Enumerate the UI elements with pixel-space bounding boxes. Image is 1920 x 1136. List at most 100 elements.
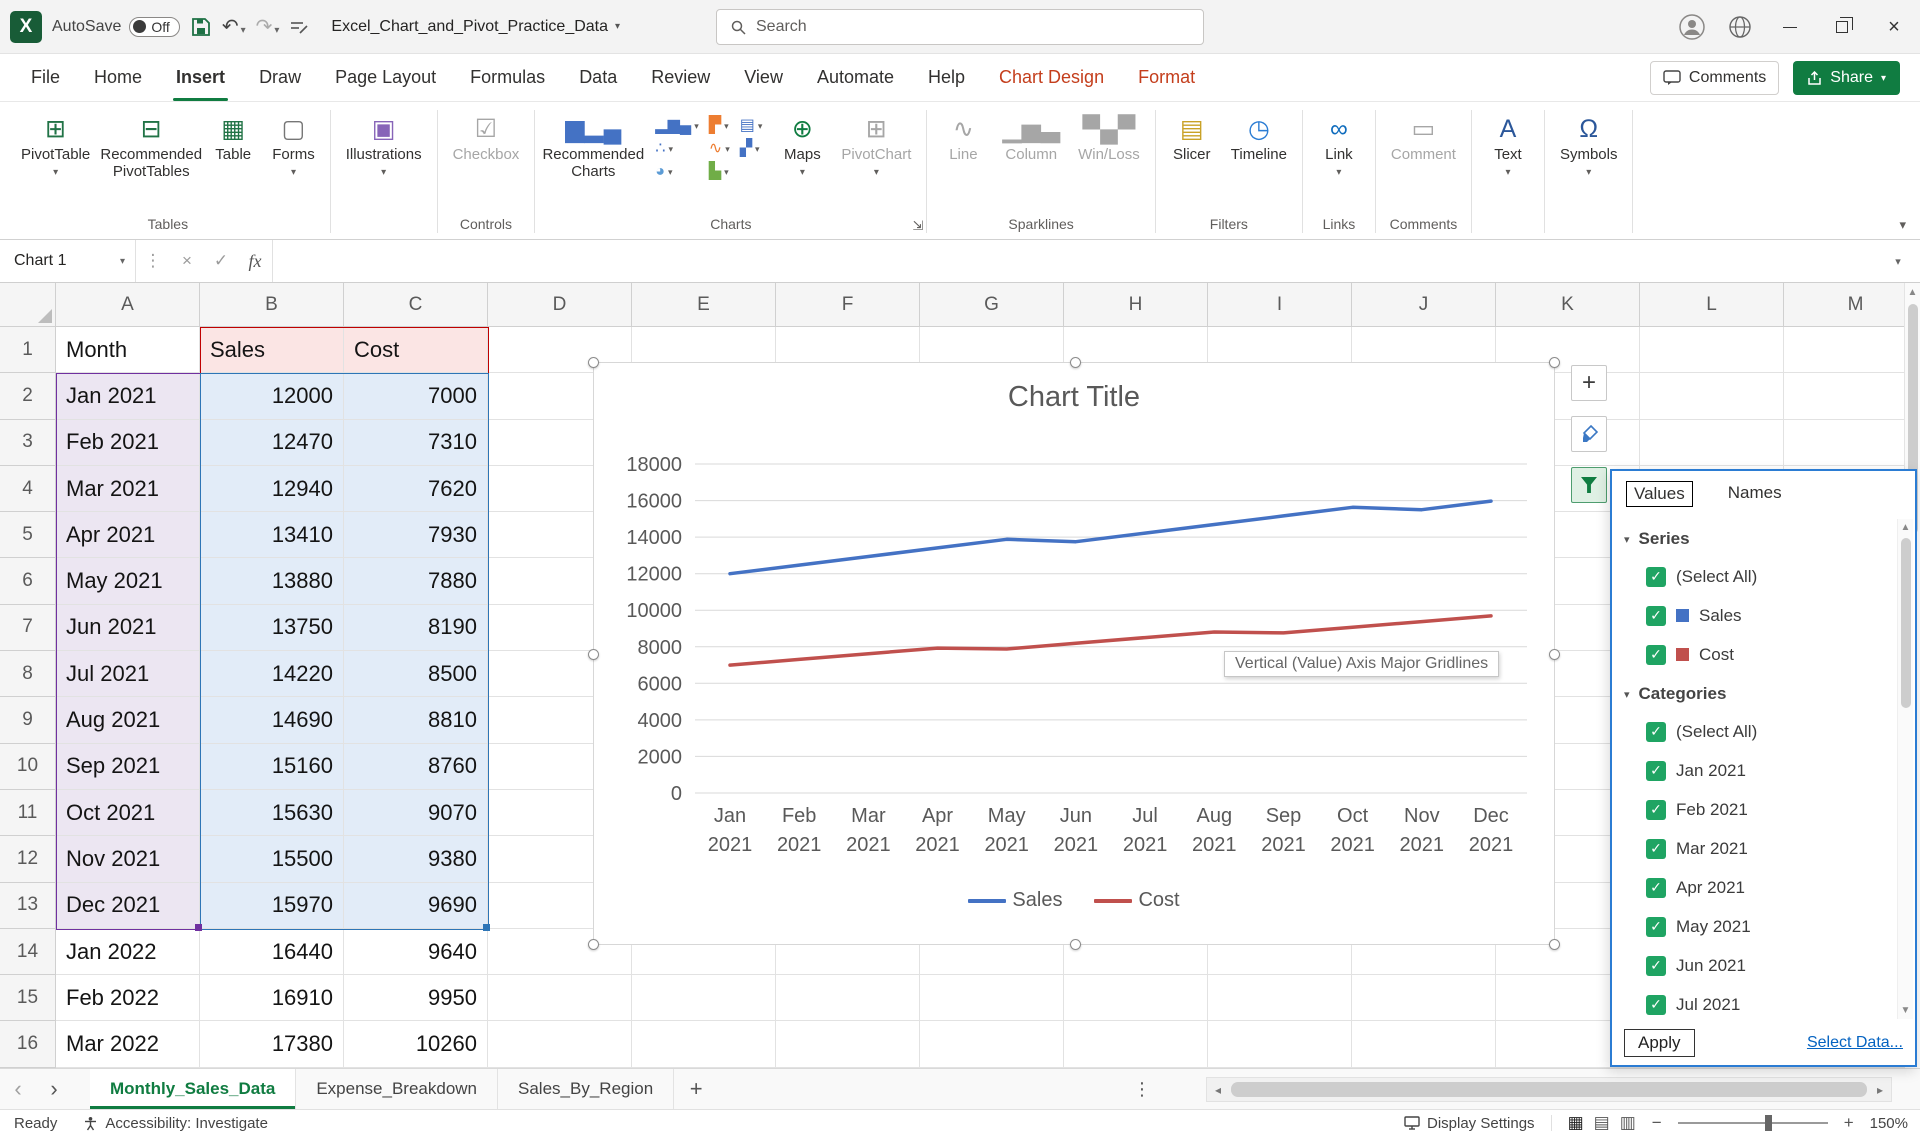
cell-h15[interactable] bbox=[1064, 975, 1208, 1021]
zoom-level[interactable]: 150% bbox=[1870, 1115, 1908, 1132]
row-header-10[interactable]: 10 bbox=[0, 744, 56, 790]
select-data-link[interactable]: Select Data... bbox=[1807, 1034, 1903, 1052]
cell-g15[interactable] bbox=[920, 975, 1064, 1021]
cell-c5[interactable]: 7930 bbox=[344, 512, 488, 558]
cell-j16[interactable] bbox=[1352, 1021, 1496, 1067]
page-break-view-button[interactable]: ▥ bbox=[1620, 1113, 1636, 1133]
account-avatar[interactable] bbox=[1668, 0, 1716, 54]
horizontal-scroll-thumb[interactable] bbox=[1231, 1082, 1867, 1097]
cell-d15[interactable] bbox=[488, 975, 632, 1021]
cell-a13[interactable]: Dec 2021 bbox=[56, 883, 200, 929]
cell-a16[interactable]: Mar 2022 bbox=[56, 1021, 200, 1067]
cell-c2[interactable]: 7000 bbox=[344, 373, 488, 419]
row-header-2[interactable]: 2 bbox=[0, 373, 56, 419]
save-button[interactable] bbox=[190, 16, 212, 38]
hierarchy-chart-button[interactable]: ▛▾ bbox=[709, 118, 730, 134]
scatter-chart-button[interactable]: ∴▾ bbox=[655, 141, 698, 157]
column-header-a[interactable]: A bbox=[56, 283, 200, 327]
symbols-button[interactable]: ΩSymbols▾ bbox=[1553, 108, 1625, 179]
display-settings-button[interactable]: Display Settings bbox=[1404, 1115, 1535, 1132]
cell-a5[interactable]: Apr 2021 bbox=[56, 512, 200, 558]
sheet-nav-right-icon[interactable]: › bbox=[36, 1069, 72, 1109]
scroll-up-icon[interactable]: ▲ bbox=[1901, 522, 1911, 533]
ribbon-tab-insert[interactable]: Insert bbox=[159, 54, 242, 101]
cell-m3[interactable] bbox=[1784, 420, 1920, 466]
zoom-slider[interactable] bbox=[1678, 1122, 1828, 1124]
search-box[interactable]: Search bbox=[716, 9, 1204, 45]
checkbox-icon[interactable]: ✓ bbox=[1646, 995, 1666, 1015]
filter-item-select-all[interactable]: ✓(Select All) bbox=[1616, 712, 1893, 751]
filter-pane-tab-values[interactable]: Values bbox=[1626, 481, 1693, 507]
chart-resize-handle[interactable] bbox=[1549, 939, 1560, 950]
cell-b3[interactable]: 12470 bbox=[200, 420, 344, 466]
ribbon-tab-draw[interactable]: Draw bbox=[242, 54, 318, 101]
row-header-3[interactable]: 3 bbox=[0, 420, 56, 466]
sheet-tab-expense-breakdown[interactable]: Expense_Breakdown bbox=[296, 1069, 498, 1109]
sheet-nav-left-icon[interactable]: ‹ bbox=[0, 1069, 36, 1109]
checkbox-icon[interactable]: ✓ bbox=[1646, 956, 1666, 976]
slicer-button[interactable]: ▤Slicer bbox=[1164, 108, 1220, 166]
chart-styles-button[interactable] bbox=[1571, 416, 1607, 452]
column-header-c[interactable]: C bbox=[344, 283, 488, 327]
cell-l3[interactable] bbox=[1640, 420, 1784, 466]
cell-g16[interactable] bbox=[920, 1021, 1064, 1067]
checkbox-icon[interactable]: ✓ bbox=[1646, 761, 1666, 781]
row-header-8[interactable]: 8 bbox=[0, 651, 56, 697]
row-header-13[interactable]: 13 bbox=[0, 883, 56, 929]
cell-c15[interactable]: 9950 bbox=[344, 975, 488, 1021]
scroll-right-icon[interactable]: ▸ bbox=[1869, 1083, 1891, 1097]
ribbon-tab-chart-design[interactable]: Chart Design bbox=[982, 54, 1121, 101]
cell-a1[interactable]: Month bbox=[56, 327, 200, 373]
checkbox-icon[interactable]: ✓ bbox=[1646, 567, 1666, 587]
checkbox-icon[interactable]: ✓ bbox=[1646, 839, 1666, 859]
filter-item-jun-2021[interactable]: ✓Jun 2021 bbox=[1616, 946, 1893, 985]
cell-b11[interactable]: 15630 bbox=[200, 790, 344, 836]
expand-formula-bar-icon[interactable]: ▾ bbox=[1876, 240, 1920, 282]
checkbox-icon[interactable]: ✓ bbox=[1646, 878, 1666, 898]
table-button[interactable]: ▦Table bbox=[205, 108, 261, 166]
section-header-series[interactable]: ▾Series bbox=[1616, 519, 1893, 557]
cell-c3[interactable]: 7310 bbox=[344, 420, 488, 466]
sheet-more-button[interactable]: ⋮ bbox=[1127, 1069, 1157, 1110]
scroll-down-icon[interactable]: ▼ bbox=[1901, 1005, 1911, 1016]
cell-a12[interactable]: Nov 2021 bbox=[56, 836, 200, 882]
chart-resize-handle[interactable] bbox=[1549, 649, 1560, 660]
cell-j15[interactable] bbox=[1352, 975, 1496, 1021]
chart-resize-handle[interactable] bbox=[588, 939, 599, 950]
page-layout-view-button[interactable]: ▤ bbox=[1594, 1113, 1610, 1133]
row-header-11[interactable]: 11 bbox=[0, 790, 56, 836]
maps-button[interactable]: ⊕Maps▾ bbox=[774, 108, 830, 179]
cell-b14[interactable]: 16440 bbox=[200, 929, 344, 975]
cell-a14[interactable]: Jan 2022 bbox=[56, 929, 200, 975]
excel-logo-icon[interactable]: X bbox=[10, 11, 42, 43]
link-button[interactable]: ∞Link▾ bbox=[1311, 108, 1367, 179]
cell-c7[interactable]: 8190 bbox=[344, 605, 488, 651]
cell-f16[interactable] bbox=[776, 1021, 920, 1067]
text-button[interactable]: AText▾ bbox=[1480, 108, 1536, 179]
close-button[interactable]: × bbox=[1868, 0, 1920, 54]
chart-resize-handle[interactable] bbox=[1070, 357, 1081, 368]
column-header-i[interactable]: I bbox=[1208, 283, 1352, 327]
ribbon-tab-format[interactable]: Format bbox=[1121, 54, 1212, 101]
row-header-14[interactable]: 14 bbox=[0, 929, 56, 975]
formula-input[interactable] bbox=[272, 240, 1876, 282]
chart-title[interactable]: Chart Title bbox=[594, 381, 1554, 414]
cell-a9[interactable]: Aug 2021 bbox=[56, 697, 200, 743]
chart-resize-handle[interactable] bbox=[588, 357, 599, 368]
autosave-toggle[interactable]: Off bbox=[129, 17, 179, 37]
row-header-7[interactable]: 7 bbox=[0, 605, 56, 651]
scroll-left-icon[interactable]: ◂ bbox=[1207, 1083, 1229, 1097]
scroll-thumb[interactable] bbox=[1901, 538, 1911, 708]
redo-button[interactable]: ↷▾ bbox=[256, 14, 280, 39]
enter-formula-button[interactable]: ✓ bbox=[204, 240, 238, 282]
ribbon-tab-view[interactable]: View bbox=[727, 54, 800, 101]
cell-a8[interactable]: Jul 2021 bbox=[56, 651, 200, 697]
sheet-tab-monthly-sales-data[interactable]: Monthly_Sales_Data bbox=[90, 1069, 296, 1109]
filter-item-jul-2021[interactable]: ✓Jul 2021 bbox=[1616, 985, 1893, 1019]
ribbon-tab-automate[interactable]: Automate bbox=[800, 54, 911, 101]
column-header-l[interactable]: L bbox=[1640, 283, 1784, 327]
cell-m2[interactable] bbox=[1784, 373, 1920, 419]
section-header-categories[interactable]: ▾Categories bbox=[1616, 674, 1893, 712]
line-chart-button[interactable]: ∿▾ bbox=[709, 141, 730, 157]
checkbox-icon[interactable]: ✓ bbox=[1646, 606, 1666, 626]
